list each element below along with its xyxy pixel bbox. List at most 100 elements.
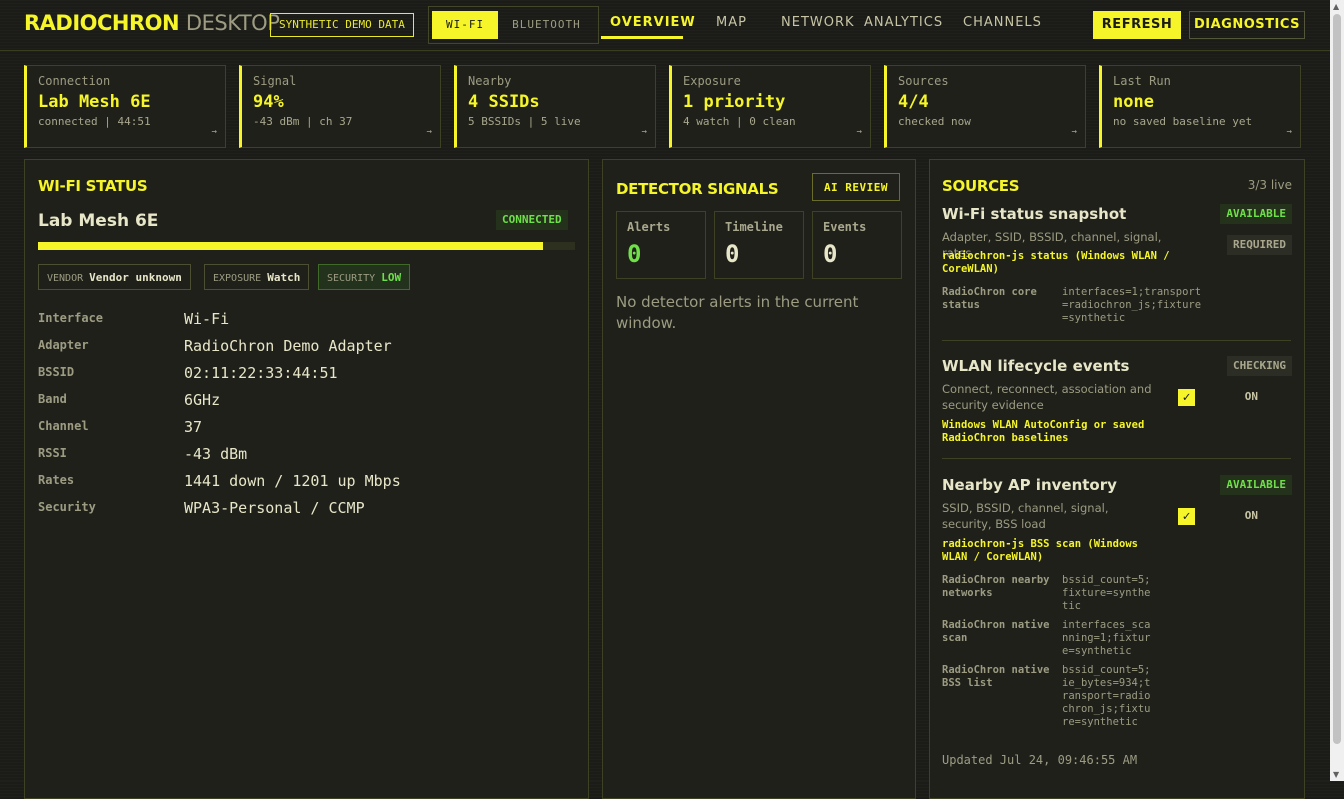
updated-timestamp: Updated Jul 24, 09:46:55 AM	[942, 753, 1138, 767]
source-title: Wi-Fi status snapshot	[942, 205, 1127, 223]
stat-sub: 5 BSSIDs | 5 live	[468, 115, 581, 128]
scrollbar-thumb[interactable]	[1333, 14, 1341, 744]
evidence-value: bssid_count=5;ie_bytes=934;transport=rad…	[1062, 664, 1151, 728]
stat-sub: 4 watch | 0 clean	[683, 115, 796, 128]
stat-card-exposure[interactable]: Exposure 1 priority 4 watch | 0 clean →	[669, 65, 871, 148]
nav-network[interactable]: NETWORK	[781, 15, 855, 30]
stat-label: Connection	[38, 74, 111, 88]
tab-wifi[interactable]: WI-FI	[432, 11, 499, 39]
detail-value: WPA3-Personal / CCMP	[184, 499, 365, 517]
top-bar: RADIOCHRON DESKTOP SYNTHETIC DEMO DATA W…	[0, 0, 1330, 51]
panel-title: DETECTOR SIGNALS	[616, 180, 779, 198]
detail-value: 37	[184, 418, 203, 436]
panel-title: WI-FI STATUS	[38, 177, 148, 195]
live-count: 3/3 live	[1247, 178, 1292, 192]
toggle-label: ON	[1244, 390, 1258, 403]
stat-value: 94%	[253, 92, 284, 112]
metric-alerts[interactable]: Alerts 0	[616, 211, 706, 279]
detail-value: Wi-Fi	[184, 310, 230, 328]
source-link[interactable]: radiochron-js BSS scan (Windows WLAN / C…	[942, 538, 1167, 564]
exposure-chip[interactable]: EXPOSURE Watch	[204, 264, 310, 290]
detail-key: RSSI	[38, 446, 67, 460]
toggle-label: ON	[1244, 509, 1258, 522]
evidence-key: RadioChron core status	[942, 286, 1037, 311]
divider	[942, 458, 1291, 459]
detail-key: Rates	[38, 473, 75, 487]
arrow-right-icon: →	[1286, 127, 1292, 137]
stat-value: Lab Mesh 6E	[38, 92, 151, 112]
stat-value: 1 priority	[683, 92, 786, 112]
stat-card-last-run[interactable]: Last Run none no saved baseline yet →	[1099, 65, 1301, 148]
stat-label: Sources	[898, 74, 949, 88]
demo-data-badge: SYNTHETIC DEMO DATA	[270, 13, 414, 37]
source-title: Nearby AP inventory	[942, 476, 1117, 494]
stat-label: Nearby	[468, 74, 512, 88]
status-badge: AVAILABLE	[1220, 475, 1292, 495]
nav-map[interactable]: MAP	[716, 15, 747, 30]
stat-card-connection[interactable]: Connection Lab Mesh 6E connected | 44:51…	[24, 65, 226, 148]
diagnostics-button[interactable]: DIAGNOSTICS	[1189, 11, 1305, 39]
tab-bluetooth[interactable]: BLUETOOTH	[498, 11, 595, 39]
detail-key: Security	[38, 500, 96, 514]
empty-state-message: No detector alerts in the current window…	[616, 293, 859, 332]
arrow-right-icon: →	[641, 127, 647, 137]
security-chip[interactable]: SECURITY LOW	[318, 264, 411, 290]
source-description: Connect, reconnect, association and secu…	[942, 382, 1152, 412]
evidence-key: RadioChron nearby networks	[942, 574, 1050, 599]
evidence-value: interfaces=1;transport=radiochron_js;fix…	[1062, 286, 1202, 324]
scroll-up-icon[interactable]: ▲	[1333, 2, 1339, 11]
status-badge: CONNECTED	[496, 210, 568, 230]
status-badge: AVAILABLE	[1220, 204, 1292, 224]
detail-key: Band	[38, 392, 67, 406]
nav-channels[interactable]: CHANNELS	[963, 15, 1042, 30]
nav-overview[interactable]: OVERVIEW	[610, 15, 696, 30]
stat-sub: connected | 44:51	[38, 115, 151, 128]
evidence-value: bssid_count=5;fixture=synthetic	[1062, 574, 1151, 612]
app-logo: RADIOCHRON DESKTOP	[24, 11, 280, 35]
metric-events[interactable]: Events 0	[812, 211, 902, 279]
signal-strength-fill	[38, 242, 543, 250]
evidence-key: RadioChron native BSS list	[942, 664, 1050, 689]
sources-panel: SOURCES 3/3 live Wi-Fi status snapshot A…	[929, 159, 1305, 799]
arrow-right-icon: →	[211, 127, 217, 137]
stat-card-nearby[interactable]: Nearby 4 SSIDs 5 BSSIDs | 5 live →	[454, 65, 656, 148]
ai-review-button[interactable]: AI REVIEW	[812, 173, 900, 201]
detail-key: Channel	[38, 419, 89, 433]
source-link[interactable]: radiochron-js status (Windows WLAN / Cor…	[942, 250, 1187, 276]
stat-label: Signal	[253, 74, 297, 88]
stat-value: 4/4	[898, 92, 929, 112]
evidence-key: RadioChron native scan	[942, 619, 1050, 644]
arrow-right-icon: →	[426, 127, 432, 137]
mode-switch: WI-FI BLUETOOTH	[428, 6, 599, 44]
stat-value: 4 SSIDs	[468, 92, 540, 112]
detail-value: -43 dBm	[184, 445, 248, 463]
connected-ssid: Lab Mesh 6E	[38, 211, 159, 231]
source-title: WLAN lifecycle events	[942, 357, 1130, 375]
checkbox-icon[interactable]: ✓	[1178, 389, 1195, 406]
detail-value: 02:11:22:33:44:51	[184, 364, 338, 382]
source-link[interactable]: Windows WLAN AutoConfig or saved RadioCh…	[942, 419, 1182, 445]
required-badge: REQUIRED	[1227, 235, 1292, 255]
arrow-right-icon: →	[1071, 127, 1077, 137]
metric-timeline[interactable]: Timeline 0	[714, 211, 804, 279]
detail-value: RadioChron Demo Adapter	[184, 337, 392, 355]
checkbox-icon[interactable]: ✓	[1178, 508, 1195, 525]
vendor-chip[interactable]: VENDOR Vendor unknown	[38, 264, 191, 290]
panel-title: SOURCES	[942, 177, 1020, 195]
detail-key: Adapter	[38, 338, 89, 352]
stat-card-sources[interactable]: Sources 4/4 checked now →	[884, 65, 1086, 148]
detail-key: Interface	[38, 311, 104, 325]
evidence-value: interfaces_scanning=1;fixture=synthetic	[1062, 619, 1151, 657]
refresh-button[interactable]: REFRESH	[1093, 11, 1181, 39]
scroll-down-icon[interactable]: ▼	[1333, 770, 1339, 779]
detail-value: 1441 down / 1201 up Mbps	[184, 472, 401, 490]
source-description: SSID, BSSID, channel, signal, security, …	[942, 501, 1109, 531]
page-scrollbar[interactable]: ▲ ▼	[1330, 0, 1344, 781]
nav-active-indicator	[601, 36, 683, 39]
detector-signals-panel: DETECTOR SIGNALS AI REVIEW Alerts 0 Time…	[602, 159, 916, 799]
nav-analytics[interactable]: ANALYTICS	[864, 15, 943, 30]
arrow-right-icon: →	[856, 127, 862, 137]
stat-card-signal[interactable]: Signal 94% -43 dBm | ch 37 →	[239, 65, 441, 148]
detail-value: 6GHz	[184, 391, 221, 409]
stat-sub: checked now	[898, 115, 971, 128]
